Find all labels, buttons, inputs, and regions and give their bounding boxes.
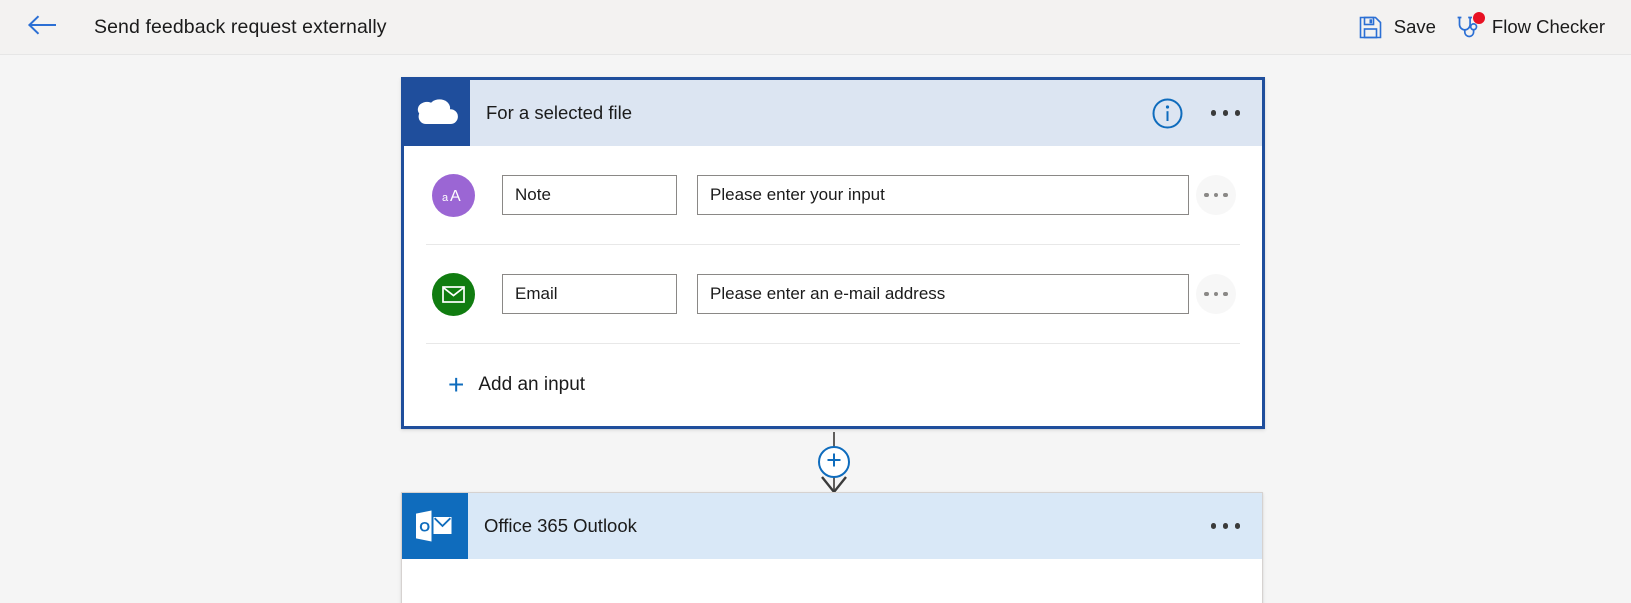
svg-text:a: a: [442, 192, 449, 204]
svg-text:O: O: [419, 518, 430, 534]
text-aa-icon: a A: [432, 174, 475, 217]
page-title: Send feedback request externally: [94, 16, 387, 39]
plus-circle-icon: [826, 452, 842, 473]
trigger-card-header[interactable]: For a selected file: [404, 80, 1262, 146]
trigger-card-more-menu[interactable]: [1209, 104, 1243, 122]
flow-checker-button[interactable]: Flow Checker: [1446, 0, 1615, 55]
flow-designer-canvas: For a selected file: [0, 55, 1631, 603]
back-button[interactable]: [14, 0, 70, 55]
notification-badge: [1473, 12, 1485, 24]
office365-outlook-icon: O: [402, 493, 468, 559]
input-name-field[interactable]: Email: [502, 274, 677, 314]
input-row-more-menu[interactable]: [1196, 274, 1236, 314]
trigger-input-row: a A Note Please enter your input: [404, 146, 1262, 244]
trigger-card-title: For a selected file: [486, 102, 632, 124]
ellipsis-dot: [1235, 523, 1241, 529]
ellipsis-dot: [1211, 523, 1217, 529]
action-card-header-actions: [1209, 517, 1263, 535]
ellipsis-dot: [1223, 110, 1229, 116]
save-label: Save: [1394, 16, 1436, 38]
onedrive-cloud-icon: [404, 80, 470, 146]
info-circle-icon[interactable]: [1152, 98, 1183, 129]
input-row-more-menu[interactable]: [1196, 175, 1236, 215]
command-bar-actions: Save Flow Checker: [1348, 0, 1631, 55]
arrow-left-icon: [27, 14, 57, 41]
action-card-header[interactable]: O Office 365 Outlook: [402, 493, 1262, 559]
top-command-bar: Send feedback request externally Save: [0, 0, 1631, 55]
stethoscope-icon: [1456, 14, 1482, 40]
trigger-input-row: Email Please enter an e-mail address: [404, 245, 1262, 343]
ellipsis-dot: [1211, 110, 1217, 116]
trigger-card-header-actions: [1152, 98, 1263, 129]
input-placeholder-field[interactable]: Please enter your input: [697, 175, 1189, 215]
plus-icon: +: [448, 371, 464, 399]
ellipsis-dot: [1204, 193, 1209, 198]
add-an-input-label: Add an input: [478, 374, 585, 396]
ellipsis-dot: [1204, 292, 1209, 297]
input-name-field[interactable]: Note: [502, 175, 677, 215]
trigger-card-body: a A Note Please enter your input: [404, 146, 1262, 426]
action-card-office-365-outlook[interactable]: O Office 365 Outlook: [401, 492, 1263, 603]
action-card-more-menu[interactable]: [1209, 517, 1243, 535]
ellipsis-dot: [1214, 193, 1219, 198]
ellipsis-dot: [1223, 523, 1229, 529]
flow-checker-label: Flow Checker: [1492, 16, 1605, 38]
input-placeholder-field[interactable]: Please enter an e-mail address: [697, 274, 1189, 314]
save-floppy-icon: [1358, 14, 1384, 40]
save-button[interactable]: Save: [1348, 0, 1446, 55]
envelope-icon: [432, 273, 475, 316]
trigger-card-for-a-selected-file[interactable]: For a selected file: [401, 77, 1265, 429]
svg-text:A: A: [450, 188, 461, 204]
add-an-input-button[interactable]: + Add an input: [404, 344, 1262, 426]
insert-new-step-button[interactable]: [818, 446, 850, 478]
action-card-body: [402, 559, 1262, 603]
ellipsis-dot: [1235, 110, 1241, 116]
ellipsis-dot: [1214, 292, 1219, 297]
action-card-title: Office 365 Outlook: [484, 515, 637, 537]
ellipsis-dot: [1223, 292, 1228, 297]
ellipsis-dot: [1223, 193, 1228, 198]
